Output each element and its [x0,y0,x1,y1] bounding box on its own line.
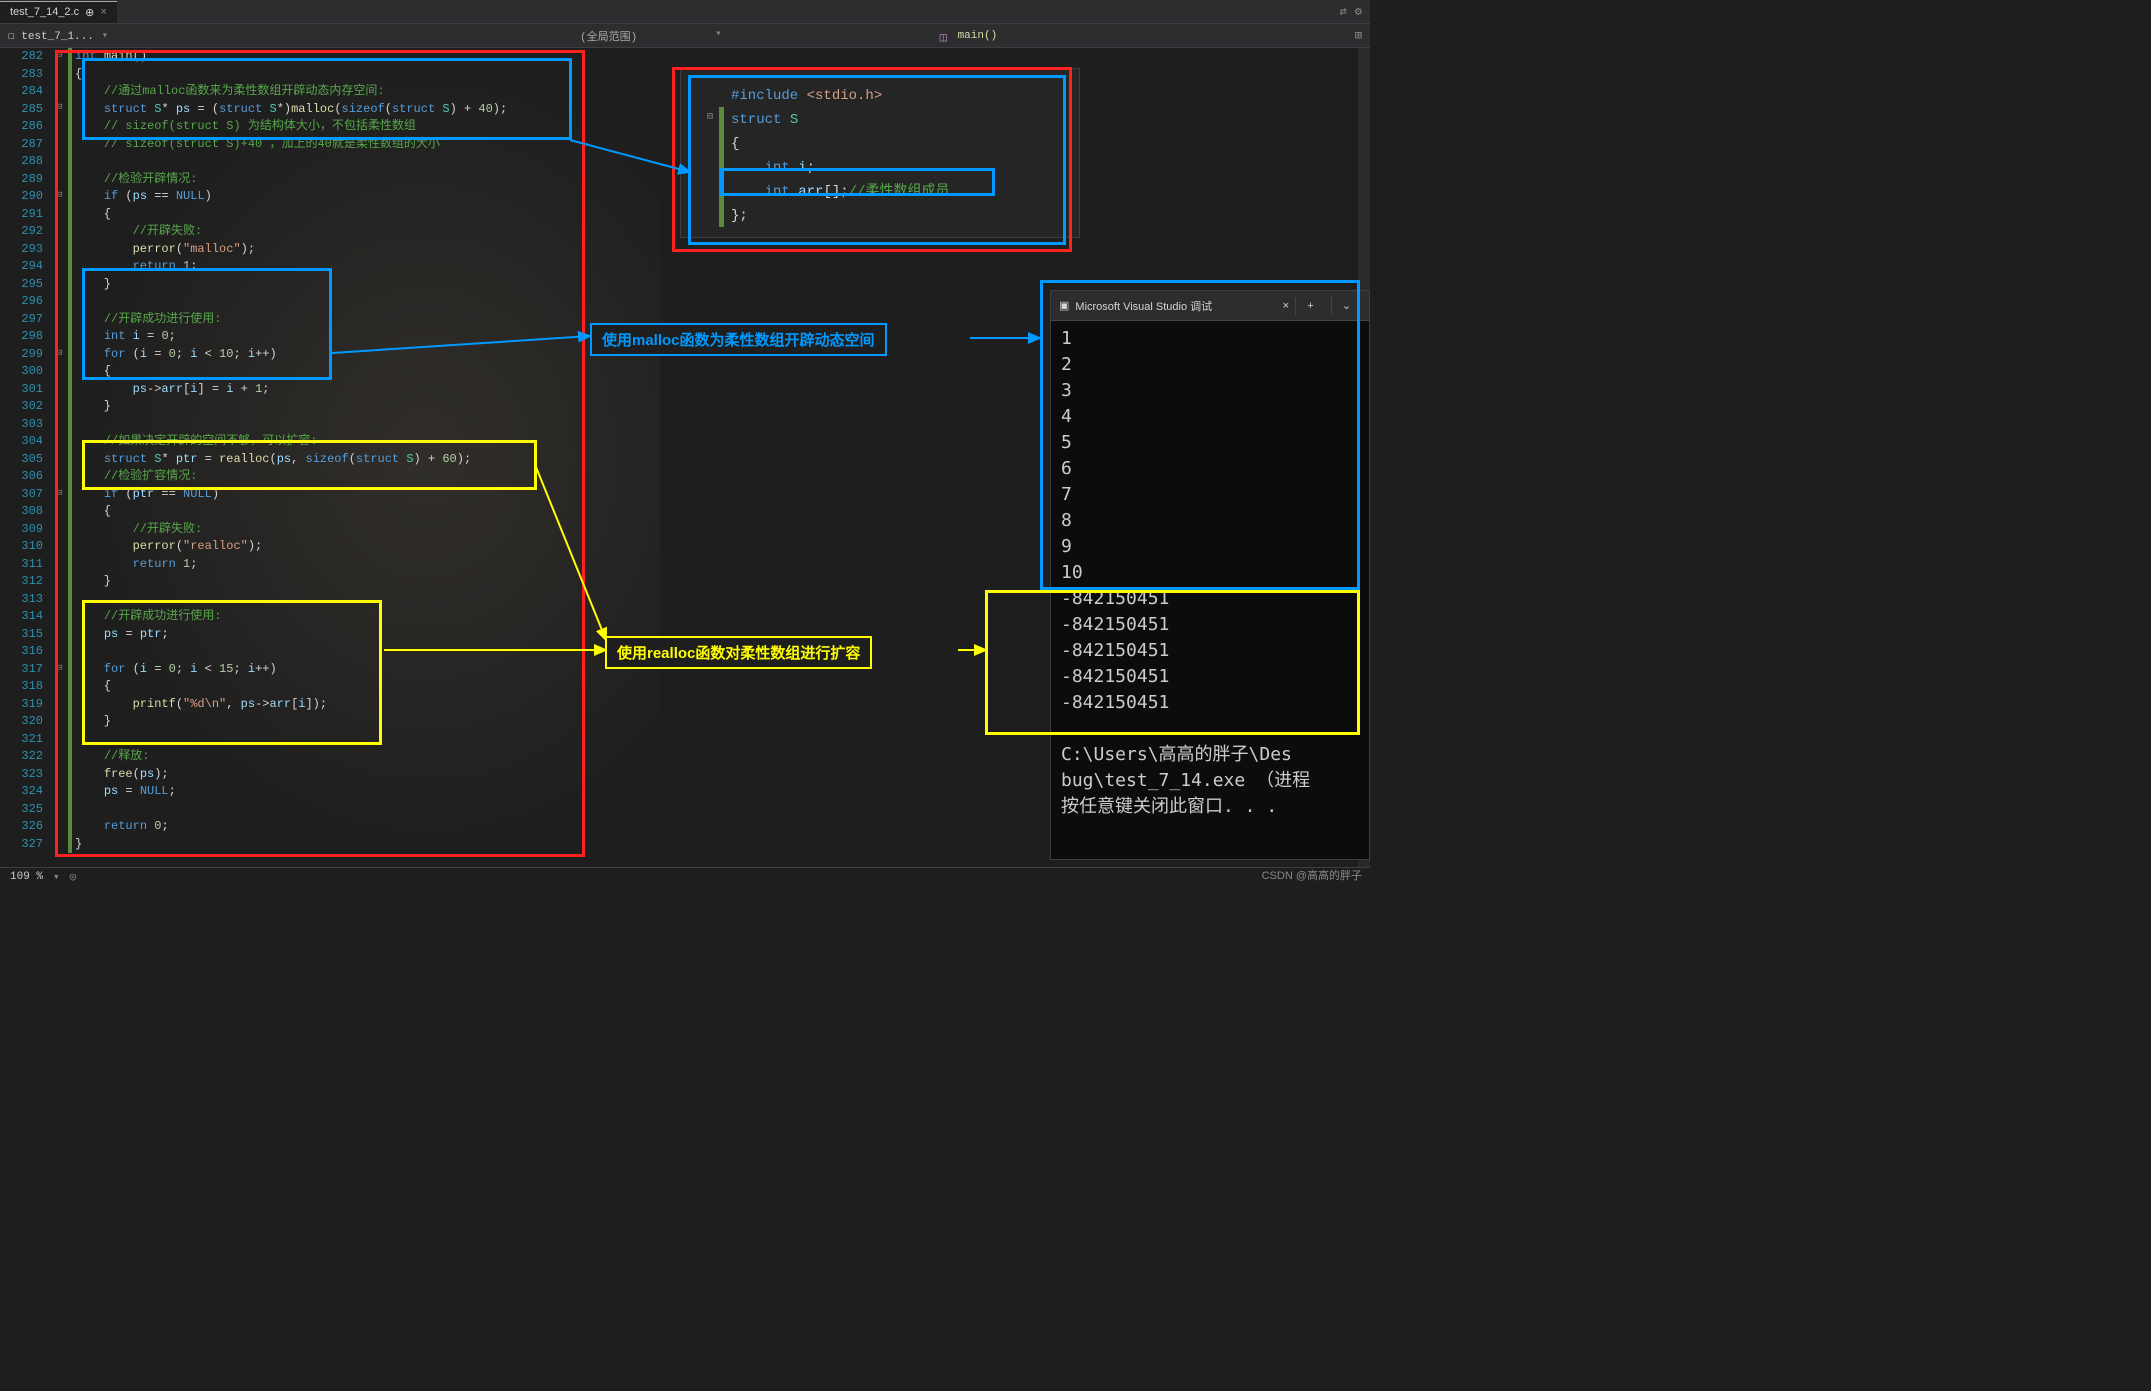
console-close-icon[interactable]: × [1283,300,1289,312]
status-bar: 109 % ▾ ◎ [0,867,1370,885]
titlebar: test_7_14_2.c ⊕ × ⇄ ⚙ [0,0,1370,24]
chevron-down-icon[interactable]: ▾ [715,28,721,44]
change-indicator [68,48,72,853]
console-titlebar[interactable]: ▣ Microsoft Visual Studio 调试 × + ⌄ [1051,291,1369,321]
code-editor[interactable]: 2822832842852862872882892902912922932942… [0,48,660,867]
debug-console: ▣ Microsoft Visual Studio 调试 × + ⌄ 1 2 3… [1050,290,1370,860]
fold-icon[interactable]: ⊟ [707,111,713,123]
tab-label: test_7_14_2.c [10,6,79,18]
right-panel: ⊟ #include <stdio.h>struct S{ int i; int… [660,48,1370,867]
gear-icon[interactable]: ⚙ [1355,4,1362,19]
annotation-realloc-label: 使用realloc函数对柔性数组进行扩容 [605,636,872,669]
console-dropdown-icon[interactable]: ⌄ [1331,296,1361,315]
zoom-level[interactable]: 109 % [10,871,43,883]
fold-icon[interactable]: ⊟ [57,488,62,498]
zoom-dropdown-icon[interactable]: ▾ [53,870,60,884]
console-output[interactable]: 1 2 3 4 5 6 7 8 9 10 -842150451 -8421504… [1051,321,1369,825]
tab-pin-icon[interactable]: ⊕ [85,6,94,19]
close-icon[interactable]: × [100,6,106,18]
terminal-icon: ▣ [1059,299,1069,312]
line-number-gutter: 2822832842852862872882892902912922932942… [0,48,55,853]
function-breadcrumb[interactable]: main() [940,30,998,42]
method-icon [940,30,952,42]
fold-icon[interactable]: ⊟ [57,663,62,673]
chevron-down-icon[interactable]: ▾ [102,30,108,42]
console-title: Microsoft Visual Studio 调试 [1075,298,1276,314]
file-tab[interactable]: test_7_14_2.c ⊕ × [0,1,117,23]
expand-icon[interactable]: ⇄ [1340,4,1347,19]
fold-icon[interactable]: ⊟ [57,50,62,60]
console-new-tab-icon[interactable]: + [1295,297,1325,315]
struct-preview-panel: ⊟ #include <stdio.h>struct S{ int i; int… [680,68,1080,238]
split-editor-icon[interactable]: ⊞ [1347,28,1370,43]
annotation-malloc-label: 使用malloc函数为柔性数组开辟动态空间 [590,323,887,356]
file-indicator[interactable]: ☐ test_7_1... [8,29,94,43]
watermark: CSDN @高高的胖子 [1262,867,1362,883]
breadcrumb-bar: ☐ test_7_1... ▾ (全局范围) ▾ main() ⊞ [0,24,1370,48]
fold-icon[interactable]: ⊟ [57,102,62,112]
fold-icon[interactable]: ⊟ [57,348,62,358]
code-content[interactable]: int main(){ //通过malloc函数来为柔性数组开辟动态内存空间: … [75,48,660,853]
scope-label[interactable]: (全局范围) [580,28,637,44]
issues-icon[interactable]: ◎ [70,870,77,884]
titlebar-actions: ⇄ ⚙ [1340,4,1370,19]
struct-code: #include <stdio.h>struct S{ int i; int a… [731,84,949,228]
fold-icon[interactable]: ⊟ [57,190,62,200]
change-indicator [719,107,724,227]
